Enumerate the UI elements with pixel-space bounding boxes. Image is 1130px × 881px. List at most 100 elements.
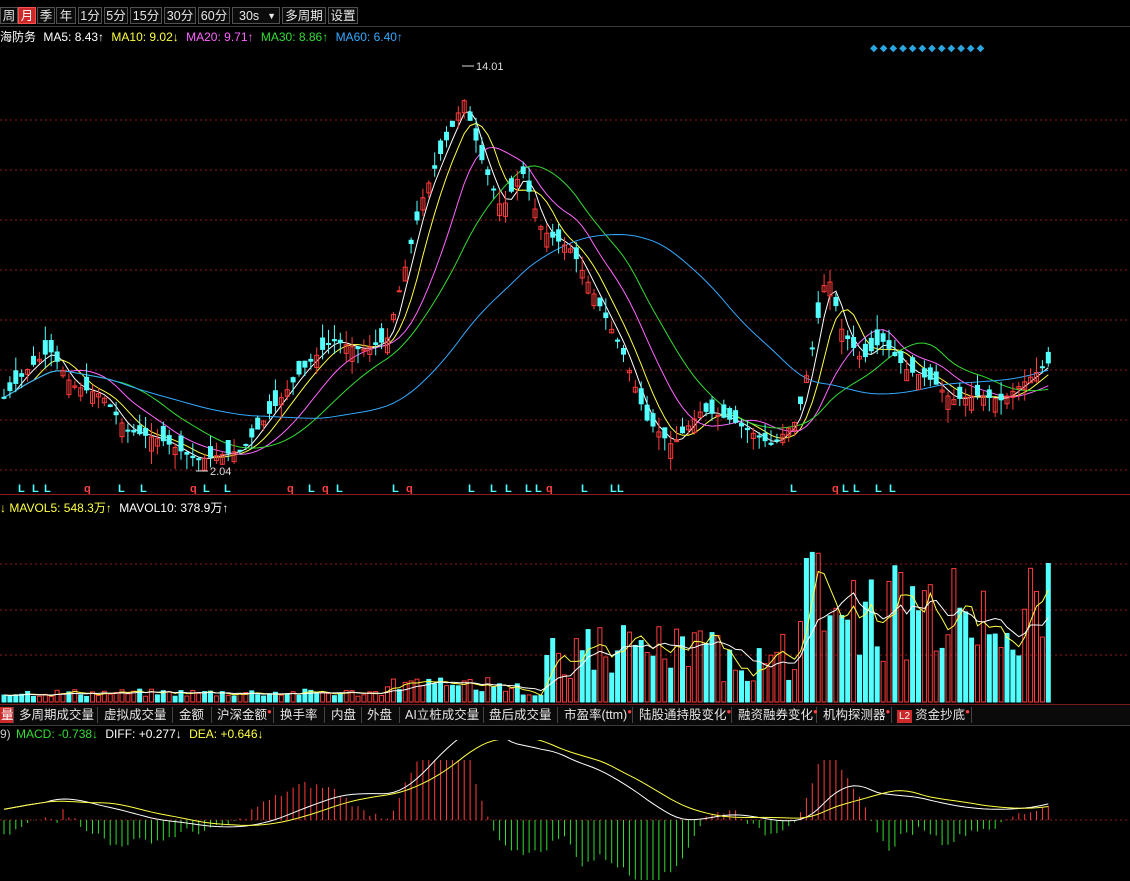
candle	[862, 343, 868, 358]
svg-text:14.01: 14.01	[476, 61, 504, 73]
settings-button[interactable]: 设置	[328, 7, 358, 24]
candle	[237, 449, 243, 452]
tab-multi-period-volume[interactable]: 多周期成交量	[16, 707, 98, 723]
indicator-tab-bar: 量 多周期成交量 虚拟成交量 金额 沪深金额● 换手率 内盘 外盘 AI立桩成交…	[0, 704, 1130, 726]
candle	[868, 337, 874, 352]
tab-volume[interactable]: 量	[0, 707, 14, 723]
candle	[113, 411, 119, 416]
candle	[845, 335, 851, 340]
tab-hs-amount[interactable]: 沪深金额●	[214, 707, 274, 723]
period-30min-button[interactable]: 30分	[164, 7, 196, 24]
candle	[756, 435, 762, 438]
candle	[125, 429, 131, 432]
high-price-label: 14.01	[462, 61, 504, 73]
volume-bars	[1, 551, 1051, 703]
candle	[337, 339, 343, 344]
candle	[373, 342, 379, 346]
candle	[603, 312, 609, 319]
tab-bottom-fishing[interactable]: L2 资金抄底●	[894, 707, 972, 723]
candle	[815, 302, 821, 318]
macd-value: MACD: -0.738↓	[16, 727, 99, 741]
candle	[467, 111, 473, 121]
tab-pe-ttm[interactable]: 市盈率(ttm)●	[561, 707, 633, 723]
candle	[621, 347, 626, 355]
candle	[774, 439, 780, 442]
candle	[166, 435, 172, 445]
candle	[131, 429, 137, 433]
chevron-down-icon: ▼	[267, 11, 276, 21]
candle	[84, 376, 90, 391]
macd-param: 9)	[0, 727, 11, 741]
candle	[798, 396, 803, 405]
candle	[143, 427, 149, 436]
candle	[208, 446, 213, 458]
candle	[851, 337, 857, 348]
candle	[650, 413, 656, 427]
period-30s-dropdown[interactable]: 30s ▼	[232, 7, 280, 24]
candle	[302, 360, 308, 368]
period-5min-button[interactable]: 5分	[104, 7, 128, 24]
candle	[379, 328, 385, 343]
l2-badge: L2	[897, 710, 913, 723]
candle	[178, 435, 184, 452]
candle	[491, 188, 497, 191]
tab-margin-change[interactable]: 融资融券变化●	[735, 707, 818, 723]
candle	[331, 339, 337, 342]
tab-amount[interactable]: 金额	[176, 707, 212, 723]
candle	[1045, 351, 1051, 364]
candlestick-chart[interactable]: 14.01 2.04 LLLqLLqLLqLqLLqLLLLLqLLLLqLLL…	[0, 26, 1130, 496]
candle	[308, 358, 314, 362]
period-15min-button[interactable]: 15分	[130, 7, 162, 24]
candle	[267, 401, 272, 414]
candle	[54, 351, 60, 362]
candle	[727, 408, 733, 420]
candle	[703, 403, 709, 412]
svg-text:2.04: 2.04	[210, 466, 231, 478]
tab-ai-volume[interactable]: AI立桩成交量	[402, 707, 484, 723]
period-30s-label: 30s	[239, 9, 260, 23]
period-week-button[interactable]: 周	[0, 7, 18, 24]
candle	[762, 432, 768, 442]
candle	[768, 442, 774, 445]
candles	[1, 99, 1051, 472]
candle	[892, 351, 898, 356]
tab-turnover[interactable]: 换手率	[277, 707, 325, 723]
candle	[396, 290, 402, 293]
candle	[249, 428, 255, 438]
dea-value: DEA: +0.646↓	[189, 727, 264, 741]
tab-virtual-volume[interactable]: 虚拟成交量	[101, 707, 173, 723]
candle	[296, 360, 302, 375]
candle	[886, 340, 892, 349]
multi-period-button[interactable]: 多周期	[282, 7, 326, 24]
tab-northbound-holding[interactable]: 陆股通持股变化●	[636, 707, 732, 723]
candle	[957, 386, 963, 399]
period-quarter-button[interactable]: 季	[37, 7, 55, 24]
low-price-label: 2.04	[196, 466, 231, 478]
volume-chart[interactable]	[0, 512, 1130, 704]
candle	[921, 368, 927, 378]
tab-after-hours-volume[interactable]: 盘后成交量	[486, 707, 558, 723]
candle	[733, 410, 739, 423]
candle	[444, 131, 449, 141]
tab-institution-detector[interactable]: 机构探测器●	[820, 707, 892, 723]
candle	[1039, 366, 1045, 369]
candle	[910, 357, 916, 373]
candle	[255, 417, 261, 430]
macd-chart[interactable]	[0, 740, 1130, 881]
candle	[290, 377, 296, 383]
candle	[190, 455, 196, 459]
period-60min-button[interactable]: 60分	[198, 7, 230, 24]
period-1min-button[interactable]: 1分	[78, 7, 102, 24]
candle	[644, 404, 650, 421]
period-year-button[interactable]: 年	[56, 7, 76, 24]
tab-outer-volume[interactable]: 外盘	[364, 707, 400, 723]
candle	[137, 425, 143, 435]
tab-inner-volume[interactable]: 内盘	[328, 707, 362, 723]
candle	[715, 414, 721, 417]
candle	[107, 404, 113, 407]
candle	[449, 120, 455, 127]
candle	[986, 389, 992, 398]
period-toolbar: 周 月 季 年 1分 5分 15分 30分 60分 30s ▼ 多周期 设置	[0, 0, 1130, 27]
candle	[927, 367, 933, 380]
period-month-button[interactable]: 月	[18, 7, 36, 24]
